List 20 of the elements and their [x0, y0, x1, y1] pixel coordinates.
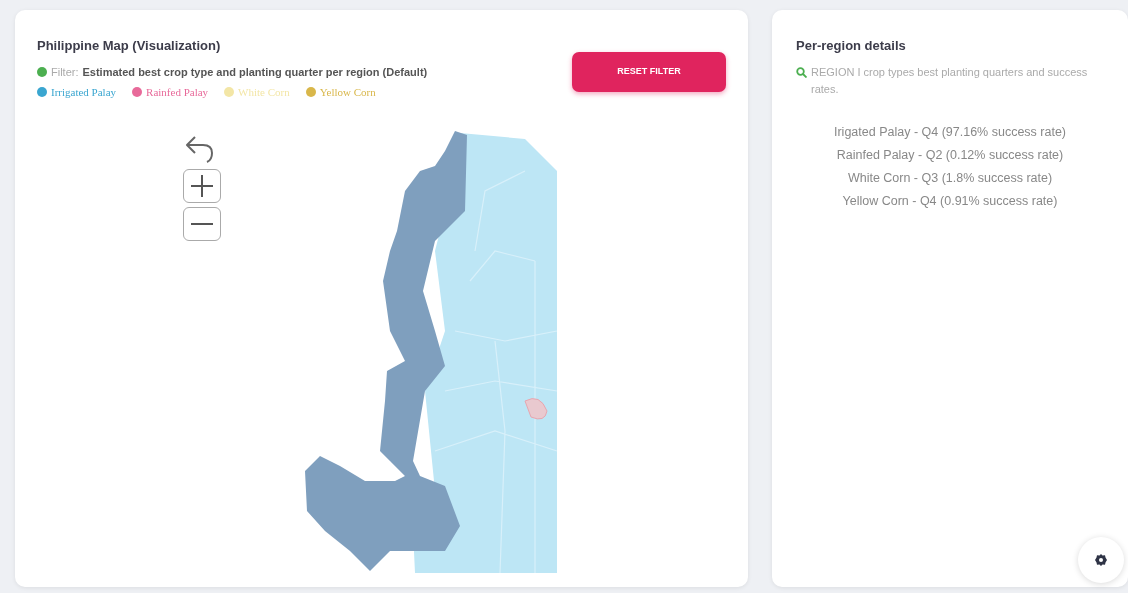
legend-label: Yellow Corn: [319, 85, 376, 100]
filter-text: Estimated best crop type and planting quarter per region (Default): [82, 64, 428, 80]
filter-label: Filter:: [51, 64, 79, 80]
settings-icon: [1094, 553, 1108, 567]
legend-label: Rainfed Palay: [146, 85, 209, 100]
zoom-in-button[interactable]: [183, 168, 221, 203]
crop-detail-line: Rainfed Palay - Q2 (0.12% success rate): [835, 146, 1065, 164]
search-icon: [796, 66, 807, 78]
crop-detail-line: Irigated Palay - Q4 (97.16% success rate): [832, 123, 1068, 141]
zoom-out-button[interactable]: [183, 206, 221, 241]
plus-icon: [189, 172, 215, 199]
panel-title: Per-region details: [796, 37, 907, 55]
minus-icon: [191, 222, 213, 225]
legend-label: White Corn: [238, 85, 290, 100]
panel-title: Philippine Map (Visualization): [37, 37, 222, 55]
crop-detail-line: Yellow Corn - Q4 (0.91% success rate): [841, 193, 1059, 211]
crop-detail-line: White Corn - Q3 (1.8% success rate): [846, 169, 1054, 187]
legend-label: Irrigated Palay: [51, 85, 117, 100]
reset-filter-button[interactable]: RESET FILTER: [572, 52, 726, 92]
settings-button[interactable]: [1078, 537, 1124, 583]
